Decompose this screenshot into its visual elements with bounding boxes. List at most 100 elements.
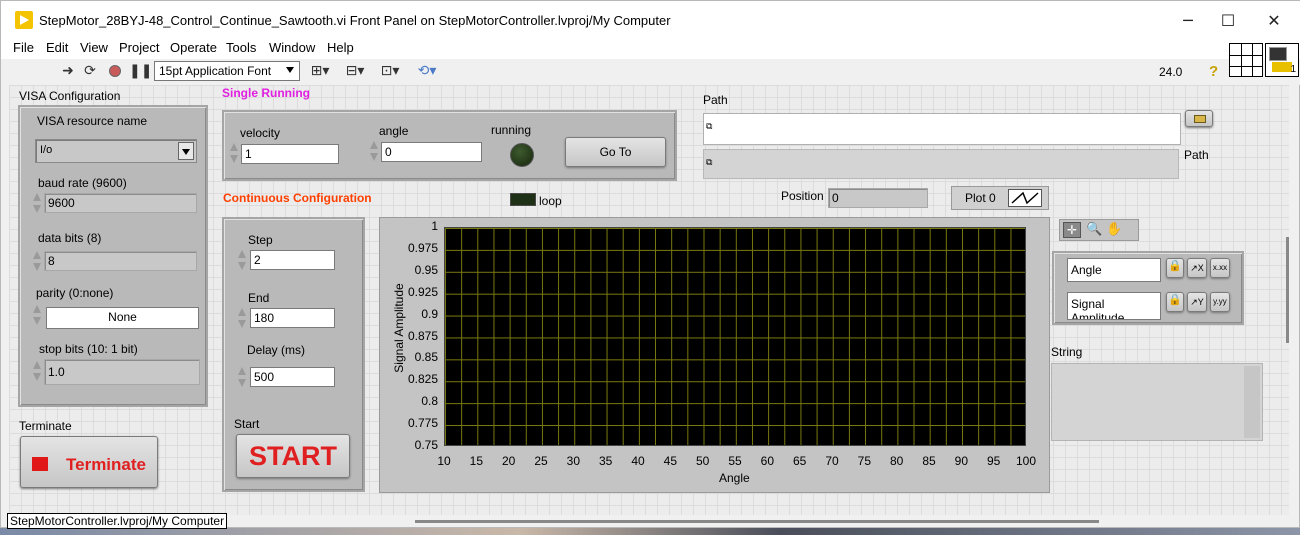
- visa-section-label: VISA Configuration: [19, 89, 121, 103]
- x-tick-label: 20: [501, 454, 516, 468]
- terminate-button-label: Terminate: [66, 455, 146, 474]
- labview-app-icon: [15, 11, 33, 29]
- menu-help[interactable]: Help: [327, 40, 354, 55]
- start-button[interactable]: START: [236, 434, 350, 478]
- x-format-icon[interactable]: x.xx: [1210, 258, 1230, 278]
- loop-led: [510, 193, 536, 206]
- y-tick-label: 0.75: [414, 438, 438, 452]
- menu-window[interactable]: Window: [269, 40, 315, 55]
- plot-area[interactable]: [444, 227, 1026, 446]
- vertical-scrollbar[interactable]: [1286, 237, 1289, 343]
- window-title: StepMotor_28BYJ-48_Control_Continue_Sawt…: [39, 13, 671, 28]
- align-icon[interactable]: ⊞▾: [307, 63, 333, 80]
- pan-hand-icon[interactable]: ✋: [1106, 222, 1122, 237]
- step-label: Step: [248, 233, 273, 247]
- close-icon[interactable]: ✕: [1251, 7, 1297, 35]
- x-tick-label: 85: [922, 454, 936, 468]
- reorder-icon[interactable]: ⟲▾: [414, 63, 440, 80]
- y-tick-label: 0.825: [407, 372, 438, 387]
- vi-icon[interactable]: 1: [1265, 43, 1299, 77]
- horizontal-scrollbar[interactable]: [415, 520, 1099, 523]
- start-label: Start: [234, 417, 260, 431]
- pause-icon[interactable]: ❚❚: [129, 63, 152, 80]
- terminate-label: Terminate: [19, 419, 72, 433]
- menu-operate[interactable]: Operate: [170, 40, 217, 55]
- menu-tools[interactable]: Tools: [226, 40, 256, 55]
- graph-palette: ✛ 🔍 ✋: [1059, 219, 1139, 241]
- plot-legend-label: Plot 0: [965, 191, 996, 205]
- menu-view[interactable]: View: [80, 40, 108, 55]
- delay-spinner[interactable]: [237, 365, 247, 389]
- dropdown-button[interactable]: [178, 142, 194, 160]
- parity-value[interactable]: None: [46, 307, 199, 329]
- visa-resource-select[interactable]: I/o: [35, 139, 197, 163]
- y-tick-label: 0.8: [421, 394, 438, 409]
- y-autoscale-icon[interactable]: ↗Y: [1187, 292, 1207, 312]
- x-lock-icon[interactable]: 🔒: [1166, 258, 1184, 278]
- plot-legend[interactable]: Plot 0: [951, 186, 1049, 210]
- x-autoscale-icon[interactable]: ↗X: [1187, 258, 1207, 278]
- menu-edit[interactable]: Edit: [46, 40, 68, 55]
- baud-value[interactable]: 9600: [44, 193, 197, 213]
- run-arrow-icon[interactable]: ➜: [61, 63, 75, 80]
- y-lock-icon[interactable]: 🔒: [1166, 292, 1184, 312]
- stopbits-value[interactable]: 1.0: [44, 359, 200, 385]
- x-tick-label: 70: [825, 454, 839, 468]
- zoom-icon[interactable]: 🔍: [1086, 222, 1102, 237]
- baud-spinner[interactable]: [32, 191, 42, 215]
- x-tick-label: 40: [631, 454, 645, 468]
- plot-line-swatch: [1008, 189, 1042, 207]
- step-input[interactable]: 2: [250, 250, 335, 270]
- toolbar: ➜ ⟳ ❚❚ 15pt Application Font ⊞▾ ⊟▾ ⊡▾ ⟲▾…: [1, 59, 1300, 85]
- chevron-down-icon: [182, 149, 190, 155]
- path-type-icon: ⧉: [706, 122, 713, 132]
- run-continuously-icon[interactable]: ⟳: [82, 63, 98, 80]
- end-spinner[interactable]: [237, 306, 247, 330]
- y-tick-label: 0.775: [407, 416, 438, 431]
- browse-button[interactable]: [1185, 110, 1213, 127]
- desktop-strip: [0, 528, 1300, 535]
- parity-label: parity (0:none): [36, 286, 114, 300]
- delay-label: Delay (ms): [247, 343, 306, 357]
- y-format-icon[interactable]: y.yy: [1210, 292, 1230, 312]
- velocity-label: velocity: [240, 126, 281, 140]
- x-tick-label: 45: [663, 454, 677, 468]
- distribute-icon[interactable]: ⊟▾: [342, 63, 368, 80]
- resize-icon[interactable]: ⊡▾: [377, 63, 403, 80]
- x-tick-label: 35: [598, 454, 613, 468]
- end-input[interactable]: 180: [250, 308, 335, 328]
- step-spinner[interactable]: [237, 248, 247, 272]
- menu-bar: File Edit View Project Operate Tools Win…: [1, 39, 1300, 59]
- parity-spinner[interactable]: [32, 303, 42, 327]
- databits-spinner[interactable]: [32, 249, 42, 273]
- velocity-input[interactable]: 1: [241, 144, 339, 164]
- velocity-spinner[interactable]: [229, 141, 239, 165]
- cursor-tool-icon[interactable]: ✛: [1063, 222, 1081, 238]
- abort-icon[interactable]: [107, 63, 123, 80]
- continuous-config-label: Continuous Configuration: [223, 191, 372, 205]
- x-axis-title: Angle: [719, 471, 750, 485]
- connector-pane-icon[interactable]: [1229, 43, 1263, 77]
- databits-value[interactable]: 8: [44, 251, 197, 271]
- chevron-down-icon: [286, 67, 294, 73]
- delay-input[interactable]: 500: [250, 367, 335, 387]
- goto-button[interactable]: Go To: [565, 137, 666, 167]
- path-input[interactable]: ⧉: [703, 113, 1181, 145]
- menu-project[interactable]: Project: [119, 40, 159, 55]
- stop-square-icon: [32, 457, 48, 471]
- angle-input[interactable]: 0: [381, 142, 482, 162]
- terminate-button[interactable]: Terminate: [20, 436, 158, 488]
- stopbits-spinner[interactable]: [32, 359, 42, 383]
- status-bar: StepMotorController.lvproj/My Computer: [7, 513, 228, 529]
- string-indicator: [1051, 363, 1263, 441]
- help-icon[interactable]: ?: [1209, 63, 1223, 81]
- version-label: 24.0: [1159, 65, 1183, 79]
- maximize-icon[interactable]: ☐: [1205, 7, 1251, 35]
- y-tick-label: 0.925: [407, 284, 438, 299]
- x-tick-label: 65: [792, 454, 807, 468]
- angle-spinner[interactable]: [369, 139, 379, 163]
- menu-file[interactable]: File: [13, 40, 34, 55]
- x-tick-label: 95: [986, 454, 1001, 468]
- font-select[interactable]: 15pt Application Font: [154, 61, 300, 81]
- string-scrollbar[interactable]: [1244, 366, 1260, 438]
